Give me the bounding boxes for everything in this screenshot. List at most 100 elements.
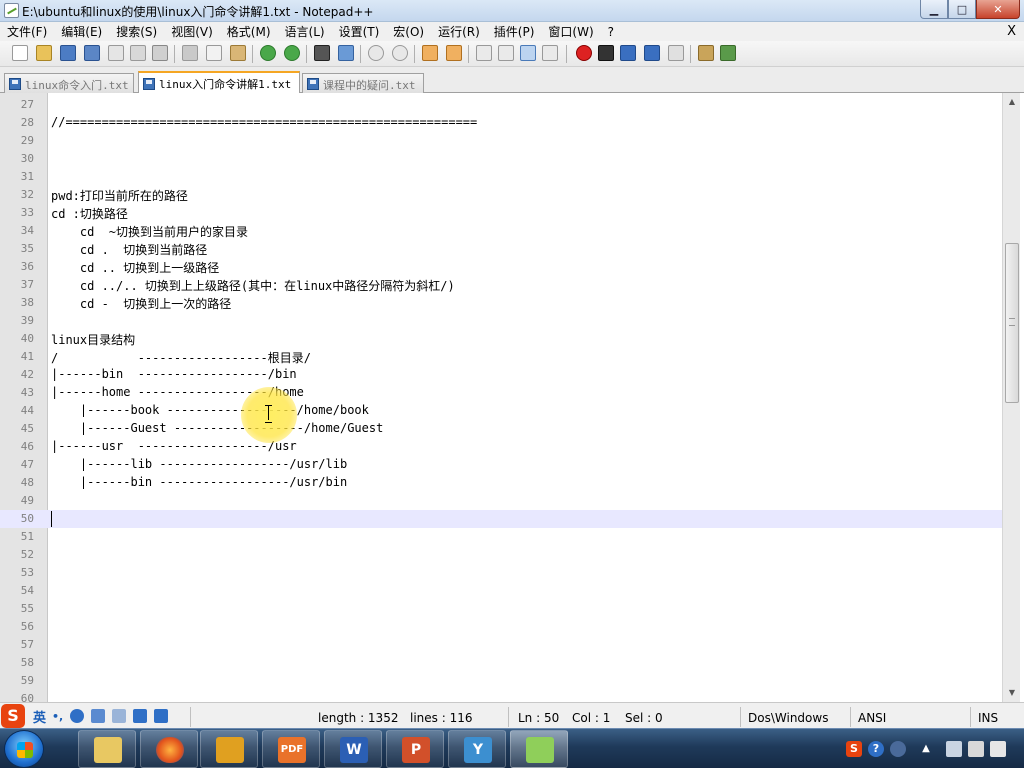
- scrollbar-thumb[interactable]: [1005, 243, 1019, 403]
- line-text[interactable]: |------bin ------------------/usr/bin: [51, 475, 347, 489]
- editor-line[interactable]: 35 cd . 切换到当前路径: [0, 240, 1002, 258]
- ime-skin-icon[interactable]: [133, 709, 148, 723]
- menu-search[interactable]: 搜索(S): [109, 23, 164, 40]
- editor-line[interactable]: 56: [0, 618, 1002, 636]
- editor-line[interactable]: 40 linux目录结构: [0, 330, 1002, 348]
- editor-line[interactable]: 39: [0, 312, 1002, 330]
- stop-macro-icon[interactable]: [598, 45, 614, 61]
- editor-line[interactable]: 51: [0, 528, 1002, 546]
- status-eol-format[interactable]: Dos\Windows: [748, 711, 828, 725]
- status-insert-mode[interactable]: INS: [978, 711, 998, 725]
- menu-plugins[interactable]: 插件(P): [487, 23, 542, 40]
- tray-app-icon[interactable]: [890, 741, 906, 757]
- taskbar-pdf[interactable]: PDF: [262, 730, 320, 768]
- editor-line[interactable]: 49: [0, 492, 1002, 510]
- status-encoding[interactable]: ANSI: [858, 711, 886, 725]
- ime-toolbar[interactable]: S 英 •,: [0, 703, 186, 729]
- show-all-chars-icon[interactable]: [498, 45, 514, 61]
- editor-line[interactable]: 42 |------bin ------------------/bin: [0, 366, 1002, 384]
- sogou-tray-icon[interactable]: S: [846, 741, 862, 757]
- line-text[interactable]: linux目录结构: [51, 331, 135, 348]
- minimize-button[interactable]: ▁: [920, 0, 948, 19]
- editor-lines[interactable]: 27 28 //==================================…: [0, 96, 1002, 702]
- menu-run[interactable]: 运行(R): [431, 23, 487, 40]
- taskbar-powerpoint[interactable]: P: [386, 730, 444, 768]
- scroll-up-icon[interactable]: ▲: [1005, 95, 1019, 109]
- menu-file[interactable]: 文件(F): [0, 23, 54, 40]
- microphone-icon[interactable]: [70, 709, 85, 723]
- editor-line[interactable]: 45 |------Guest ------------------/home/…: [0, 420, 1002, 438]
- menu-edit[interactable]: 编辑(E): [54, 23, 109, 40]
- taskbar-xmind[interactable]: [200, 730, 258, 768]
- editor-line[interactable]: 59: [0, 672, 1002, 690]
- undo-icon[interactable]: [260, 45, 276, 61]
- tab-linux-commands-intro[interactable]: linux命令入门.txt: [4, 73, 134, 93]
- run-macro-multiple-icon[interactable]: [644, 45, 660, 61]
- doc-map-icon[interactable]: [542, 45, 558, 61]
- maximize-button[interactable]: □: [948, 0, 976, 19]
- close-button[interactable]: ✕: [976, 0, 1020, 19]
- record-macro-icon[interactable]: [576, 45, 592, 61]
- menu-help[interactable]: ?: [601, 25, 621, 39]
- find-icon[interactable]: [314, 45, 330, 61]
- editor-line[interactable]: 33 cd :切换路径: [0, 204, 1002, 222]
- line-text[interactable]: |------bin ------------------/bin: [51, 367, 297, 381]
- line-text[interactable]: //======================================…: [51, 115, 477, 129]
- taskbar-tool[interactable]: Y: [448, 730, 506, 768]
- volume-icon[interactable]: [968, 741, 984, 757]
- sogou-ime-logo-icon[interactable]: S: [1, 704, 25, 728]
- editor-line[interactable]: 41 / ------------------根目录/: [0, 348, 1002, 366]
- editor-line[interactable]: 31: [0, 168, 1002, 186]
- action-center-icon[interactable]: [990, 741, 1006, 757]
- line-text[interactable]: pwd:打印当前所在的路径: [51, 187, 188, 204]
- editor-line[interactable]: 48 |------bin ------------------/usr/bin: [0, 474, 1002, 492]
- zoom-out-icon[interactable]: [392, 45, 408, 61]
- editor-line[interactable]: 36 cd .. 切换到上一级路径: [0, 258, 1002, 276]
- editor-line[interactable]: 28 //====================================…: [0, 114, 1002, 132]
- word-wrap-icon[interactable]: [476, 45, 492, 61]
- menu-format[interactable]: 格式(M): [220, 23, 278, 40]
- line-text[interactable]: cd ../.. 切换到上上级路径(其中：在linux中路径分隔符为斜杠/): [51, 277, 455, 294]
- keyboard-icon[interactable]: [91, 709, 106, 723]
- save-icon[interactable]: [60, 45, 76, 61]
- vertical-scrollbar[interactable]: ▲ ▼: [1002, 93, 1020, 702]
- editor-line[interactable]: 53: [0, 564, 1002, 582]
- close-file-icon[interactable]: [108, 45, 124, 61]
- replace-icon[interactable]: [338, 45, 354, 61]
- cut-icon[interactable]: [182, 45, 198, 61]
- editor-line[interactable]: 34 cd ~切换到当前用户的家目录: [0, 222, 1002, 240]
- ime-tools-icon[interactable]: [112, 709, 127, 723]
- start-button[interactable]: [4, 730, 44, 768]
- new-file-icon[interactable]: [12, 45, 28, 61]
- menu-language[interactable]: 语言(L): [278, 23, 332, 40]
- line-text[interactable]: |------lib ------------------/usr/lib: [51, 457, 347, 471]
- editor-line[interactable]: 52: [0, 546, 1002, 564]
- editor-line[interactable]: 29: [0, 132, 1002, 150]
- wrench-icon[interactable]: [154, 709, 169, 723]
- help-icon[interactable]: ?: [868, 741, 884, 757]
- line-text[interactable]: cd - 切换到上一次的路径: [51, 295, 231, 312]
- tab-course-questions[interactable]: 课程中的疑问.txt: [302, 73, 424, 93]
- network-icon[interactable]: [946, 741, 962, 757]
- menu-view[interactable]: 视图(V): [164, 23, 220, 40]
- ime-language-mode[interactable]: 英: [33, 707, 46, 726]
- line-text[interactable]: / ------------------根目录/: [51, 349, 311, 366]
- editor-line[interactable]: 58: [0, 654, 1002, 672]
- editor-line[interactable]: 30: [0, 150, 1002, 168]
- sync-horizontal-icon[interactable]: [446, 45, 462, 61]
- editor-area[interactable]: 27 28 //==================================…: [0, 93, 1024, 702]
- taskbar-firefox[interactable]: [140, 730, 198, 768]
- line-text[interactable]: cd . 切换到当前路径: [51, 241, 207, 258]
- paste-icon[interactable]: [230, 45, 246, 61]
- taskbar-word[interactable]: W: [324, 730, 382, 768]
- line-text[interactable]: cd ~切换到当前用户的家目录: [51, 223, 248, 240]
- editor-line[interactable]: 32 pwd:打印当前所在的路径: [0, 186, 1002, 204]
- menu-macro[interactable]: 宏(O): [386, 23, 431, 40]
- indent-guide-icon[interactable]: [520, 45, 536, 61]
- taskbar-explorer[interactable]: [78, 730, 136, 768]
- editor-line[interactable]: 44 |------book ------------------/home/b…: [0, 402, 1002, 420]
- notepadpp-app-icon[interactable]: [4, 3, 19, 18]
- ime-punctuation-mode[interactable]: •,: [52, 710, 63, 723]
- line-text[interactable]: |------book ------------------/home/book: [51, 403, 369, 417]
- menu-window[interactable]: 窗口(W): [541, 23, 600, 40]
